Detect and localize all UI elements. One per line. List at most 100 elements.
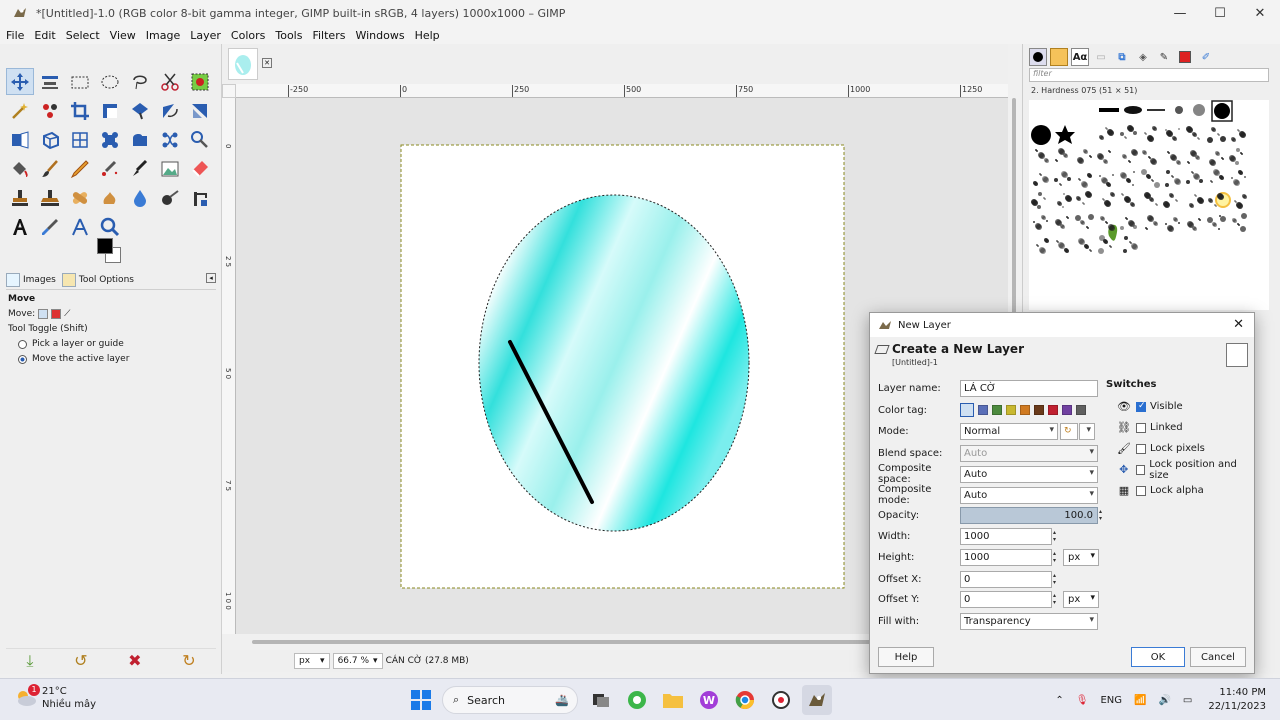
tab-brushes[interactable] bbox=[1029, 48, 1047, 66]
wifi-icon[interactable]: 📶 bbox=[1134, 695, 1146, 706]
minimize-button[interactable]: — bbox=[1160, 0, 1200, 26]
scissors-tool[interactable] bbox=[156, 68, 184, 95]
start-button[interactable] bbox=[406, 685, 436, 715]
chevron-up-icon[interactable]: ⌃ bbox=[1055, 695, 1063, 706]
offset-x-spinner[interactable]: ▴ ▾ bbox=[1053, 571, 1060, 588]
menu-tools[interactable]: Tools bbox=[275, 29, 302, 42]
tab-gradients[interactable]: ✐ bbox=[1197, 48, 1215, 66]
width-input[interactable]: 1000 bbox=[960, 527, 1052, 545]
brush-thumbnail[interactable] bbox=[1057, 193, 1072, 208]
width-spinner[interactable]: ▴ ▾ bbox=[1053, 528, 1060, 545]
brush-thumbnail[interactable] bbox=[1078, 238, 1092, 252]
tab-tool-presets[interactable]: ◈ bbox=[1134, 48, 1152, 66]
switch-lock-pixels[interactable]: 🖌 Lock pixels bbox=[1106, 438, 1256, 459]
brush-thumbnail[interactable] bbox=[1033, 173, 1049, 186]
brush-thumbnail[interactable] bbox=[1078, 173, 1092, 188]
menu-filters[interactable]: Filters bbox=[312, 29, 345, 42]
move-active-layer-radio[interactable] bbox=[18, 354, 27, 364]
reset-options-icon[interactable]: ↻ bbox=[182, 651, 195, 670]
bucket-fill-tool[interactable] bbox=[6, 155, 34, 182]
brush-thumbnail[interactable] bbox=[1033, 215, 1048, 230]
brush-thumbnail[interactable] bbox=[1102, 192, 1115, 207]
brush-thumbnail[interactable] bbox=[1121, 193, 1135, 207]
move-active-layer-option[interactable]: Move the active layer bbox=[8, 354, 216, 364]
ruler-corner[interactable] bbox=[222, 84, 236, 98]
perspective-tool[interactable] bbox=[6, 126, 34, 153]
size-unit-select[interactable]: px ▾ bbox=[1063, 548, 1099, 566]
brush-thumbnail[interactable] bbox=[1097, 150, 1111, 164]
microphone-icon[interactable]: 🎙 bbox=[1076, 695, 1089, 706]
measure-tool[interactable] bbox=[156, 126, 184, 153]
brush-thumbnail[interactable] bbox=[1099, 174, 1114, 187]
pick-layer-option[interactable]: Pick a layer or guide bbox=[8, 339, 216, 349]
brush-thumbnail[interactable] bbox=[1189, 194, 1204, 208]
brush-thumbnail[interactable] bbox=[1098, 235, 1112, 254]
tab-paint-dynamics[interactable]: ✎ bbox=[1155, 48, 1173, 66]
switch-linked[interactable]: ⛓ Linked bbox=[1106, 417, 1256, 438]
tab-images-dock[interactable]: ⧉ bbox=[1113, 48, 1131, 66]
brush-thumbnail[interactable] bbox=[1123, 236, 1138, 253]
brush-thumbnail[interactable] bbox=[1142, 150, 1157, 165]
tab-document-history[interactable]: ▭ bbox=[1092, 48, 1110, 66]
brush-thumbnail[interactable] bbox=[1209, 151, 1224, 166]
offset-unit-select[interactable]: px ▾ bbox=[1063, 590, 1099, 608]
brush-thumbnail[interactable] bbox=[1144, 192, 1158, 206]
delete-options-icon[interactable]: ✖ bbox=[128, 651, 141, 670]
offset-y-input[interactable]: 0 bbox=[960, 590, 1052, 608]
vertical-ruler[interactable]: 0 2 5 5 0 7 5 1 0 0 bbox=[222, 98, 236, 634]
dialog-close-icon[interactable]: ✕ bbox=[1233, 317, 1244, 332]
brush-thumbnail[interactable] bbox=[1231, 129, 1246, 142]
horizontal-ruler[interactable]: -250 0 250 500 750 1000 1250 bbox=[236, 84, 1008, 98]
brush-thumbnail[interactable] bbox=[1035, 149, 1049, 163]
warp-transform-tool[interactable] bbox=[126, 97, 154, 124]
app-green-button[interactable] bbox=[622, 685, 652, 715]
height-spinner[interactable]: ▴ ▾ bbox=[1053, 549, 1060, 566]
weather-widget[interactable]: 1 21°C Nhiều mây bbox=[14, 684, 96, 711]
menu-select[interactable]: Select bbox=[66, 29, 100, 42]
save-options-icon[interactable]: ⤓ bbox=[26, 651, 33, 671]
linked-checkbox[interactable] bbox=[1136, 422, 1146, 433]
lock-alpha-checkbox[interactable] bbox=[1136, 485, 1146, 496]
brush-thumbnail[interactable] bbox=[1055, 216, 1069, 229]
brush-thumbnail[interactable] bbox=[1077, 149, 1092, 164]
brush-thumbnail[interactable] bbox=[1207, 127, 1226, 143]
pick-layer-radio[interactable] bbox=[18, 339, 27, 349]
color-tag-7[interactable] bbox=[1076, 405, 1086, 415]
tab-palettes[interactable] bbox=[1176, 48, 1194, 66]
color-tag-none[interactable] bbox=[960, 403, 974, 417]
unit-select[interactable]: px ▾ bbox=[294, 653, 330, 669]
brush-thumbnail[interactable] bbox=[1031, 192, 1046, 209]
measure-angle-tool[interactable] bbox=[66, 213, 94, 240]
scale-tool[interactable] bbox=[126, 126, 154, 153]
composite-space-select[interactable]: Auto ▾ bbox=[960, 465, 1098, 483]
color-tag-4[interactable] bbox=[1034, 405, 1044, 415]
vertical-scrollbar[interactable] bbox=[1012, 98, 1018, 348]
brush-thumbnail[interactable] bbox=[1210, 169, 1224, 183]
ok-button[interactable]: OK bbox=[1131, 647, 1185, 667]
brush-thumbnails[interactable] bbox=[1029, 100, 1269, 310]
brush-thumbnail[interactable] bbox=[1165, 170, 1181, 187]
brush-thumbnail[interactable] bbox=[1056, 240, 1069, 253]
brush-thumbnail[interactable] bbox=[1207, 215, 1226, 230]
app-w-button[interactable]: W bbox=[694, 685, 724, 715]
brush-thumbnail[interactable] bbox=[1187, 150, 1200, 164]
menu-help[interactable]: Help bbox=[415, 29, 440, 42]
paths-tool[interactable] bbox=[186, 126, 214, 153]
layer-name-input[interactable]: LÁ CỜ bbox=[960, 379, 1098, 397]
airbrush-tool[interactable] bbox=[96, 155, 124, 182]
move-path-mode-icon[interactable]: ⟋ bbox=[64, 309, 74, 319]
image-tab-thumbnail[interactable] bbox=[228, 48, 258, 80]
offset-y-spinner[interactable]: ▴ ▾ bbox=[1053, 591, 1060, 608]
cage-transform-tool[interactable] bbox=[66, 126, 94, 153]
brush-thumbnail[interactable] bbox=[1099, 127, 1114, 140]
brush-thumbnail[interactable] bbox=[1120, 171, 1135, 186]
pencil-tool[interactable] bbox=[66, 155, 94, 182]
stamp-tool[interactable] bbox=[6, 184, 34, 211]
switch-lock-position[interactable]: ✥ Lock position and size bbox=[1106, 459, 1256, 481]
vertical-scroll-thumb[interactable] bbox=[1012, 98, 1016, 338]
cancel-button[interactable]: Cancel bbox=[1190, 647, 1246, 667]
brush-thumbnail[interactable] bbox=[1055, 148, 1068, 162]
brush-thumbnail[interactable] bbox=[1100, 216, 1115, 231]
color-tag-2[interactable] bbox=[1006, 405, 1016, 415]
handle-transform-tool[interactable] bbox=[96, 126, 124, 153]
